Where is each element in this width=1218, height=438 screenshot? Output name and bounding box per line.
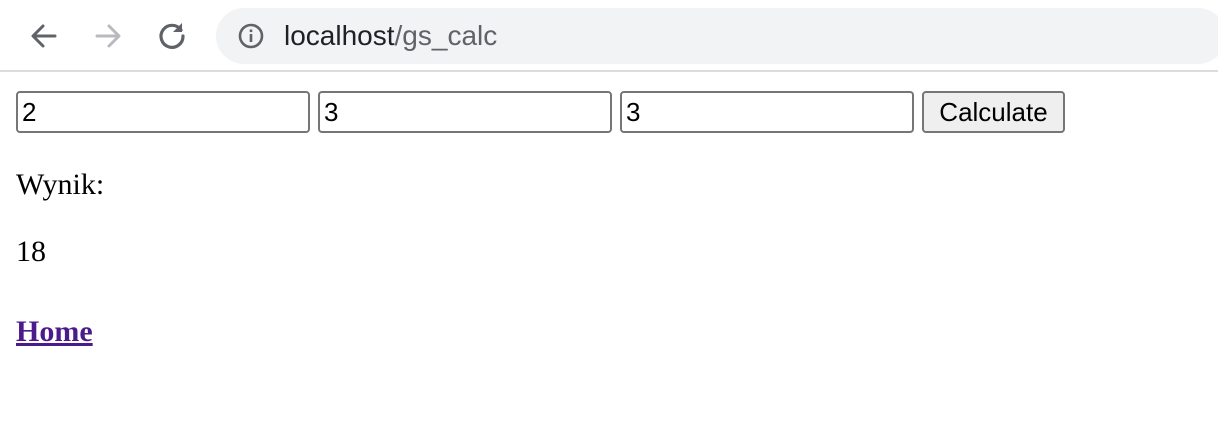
reload-icon xyxy=(159,23,185,49)
result-label: Wynik: xyxy=(16,168,105,201)
browser-toolbar: localhost/gs_calc xyxy=(0,0,1218,72)
forward-button[interactable] xyxy=(90,18,126,54)
url-host: localhost xyxy=(284,20,395,51)
arrow-left-icon xyxy=(31,24,57,48)
number-input-2[interactable] xyxy=(318,91,612,133)
info-icon[interactable] xyxy=(238,23,264,49)
url-path: /gs_calc xyxy=(394,20,498,51)
arrow-right-icon xyxy=(95,24,121,48)
address-bar[interactable]: localhost/gs_calc xyxy=(216,8,1218,64)
page-content: Calculate Wynik: 18 Home xyxy=(0,72,1218,438)
number-input-1[interactable] xyxy=(16,91,310,133)
back-button[interactable] xyxy=(26,18,62,54)
number-input-3[interactable] xyxy=(620,91,914,133)
result-value: 18 xyxy=(16,235,46,268)
url-text[interactable]: localhost/gs_calc xyxy=(284,21,497,51)
home-link[interactable]: Home xyxy=(16,314,93,350)
reload-button[interactable] xyxy=(154,18,190,54)
calculate-button[interactable]: Calculate xyxy=(922,91,1065,133)
